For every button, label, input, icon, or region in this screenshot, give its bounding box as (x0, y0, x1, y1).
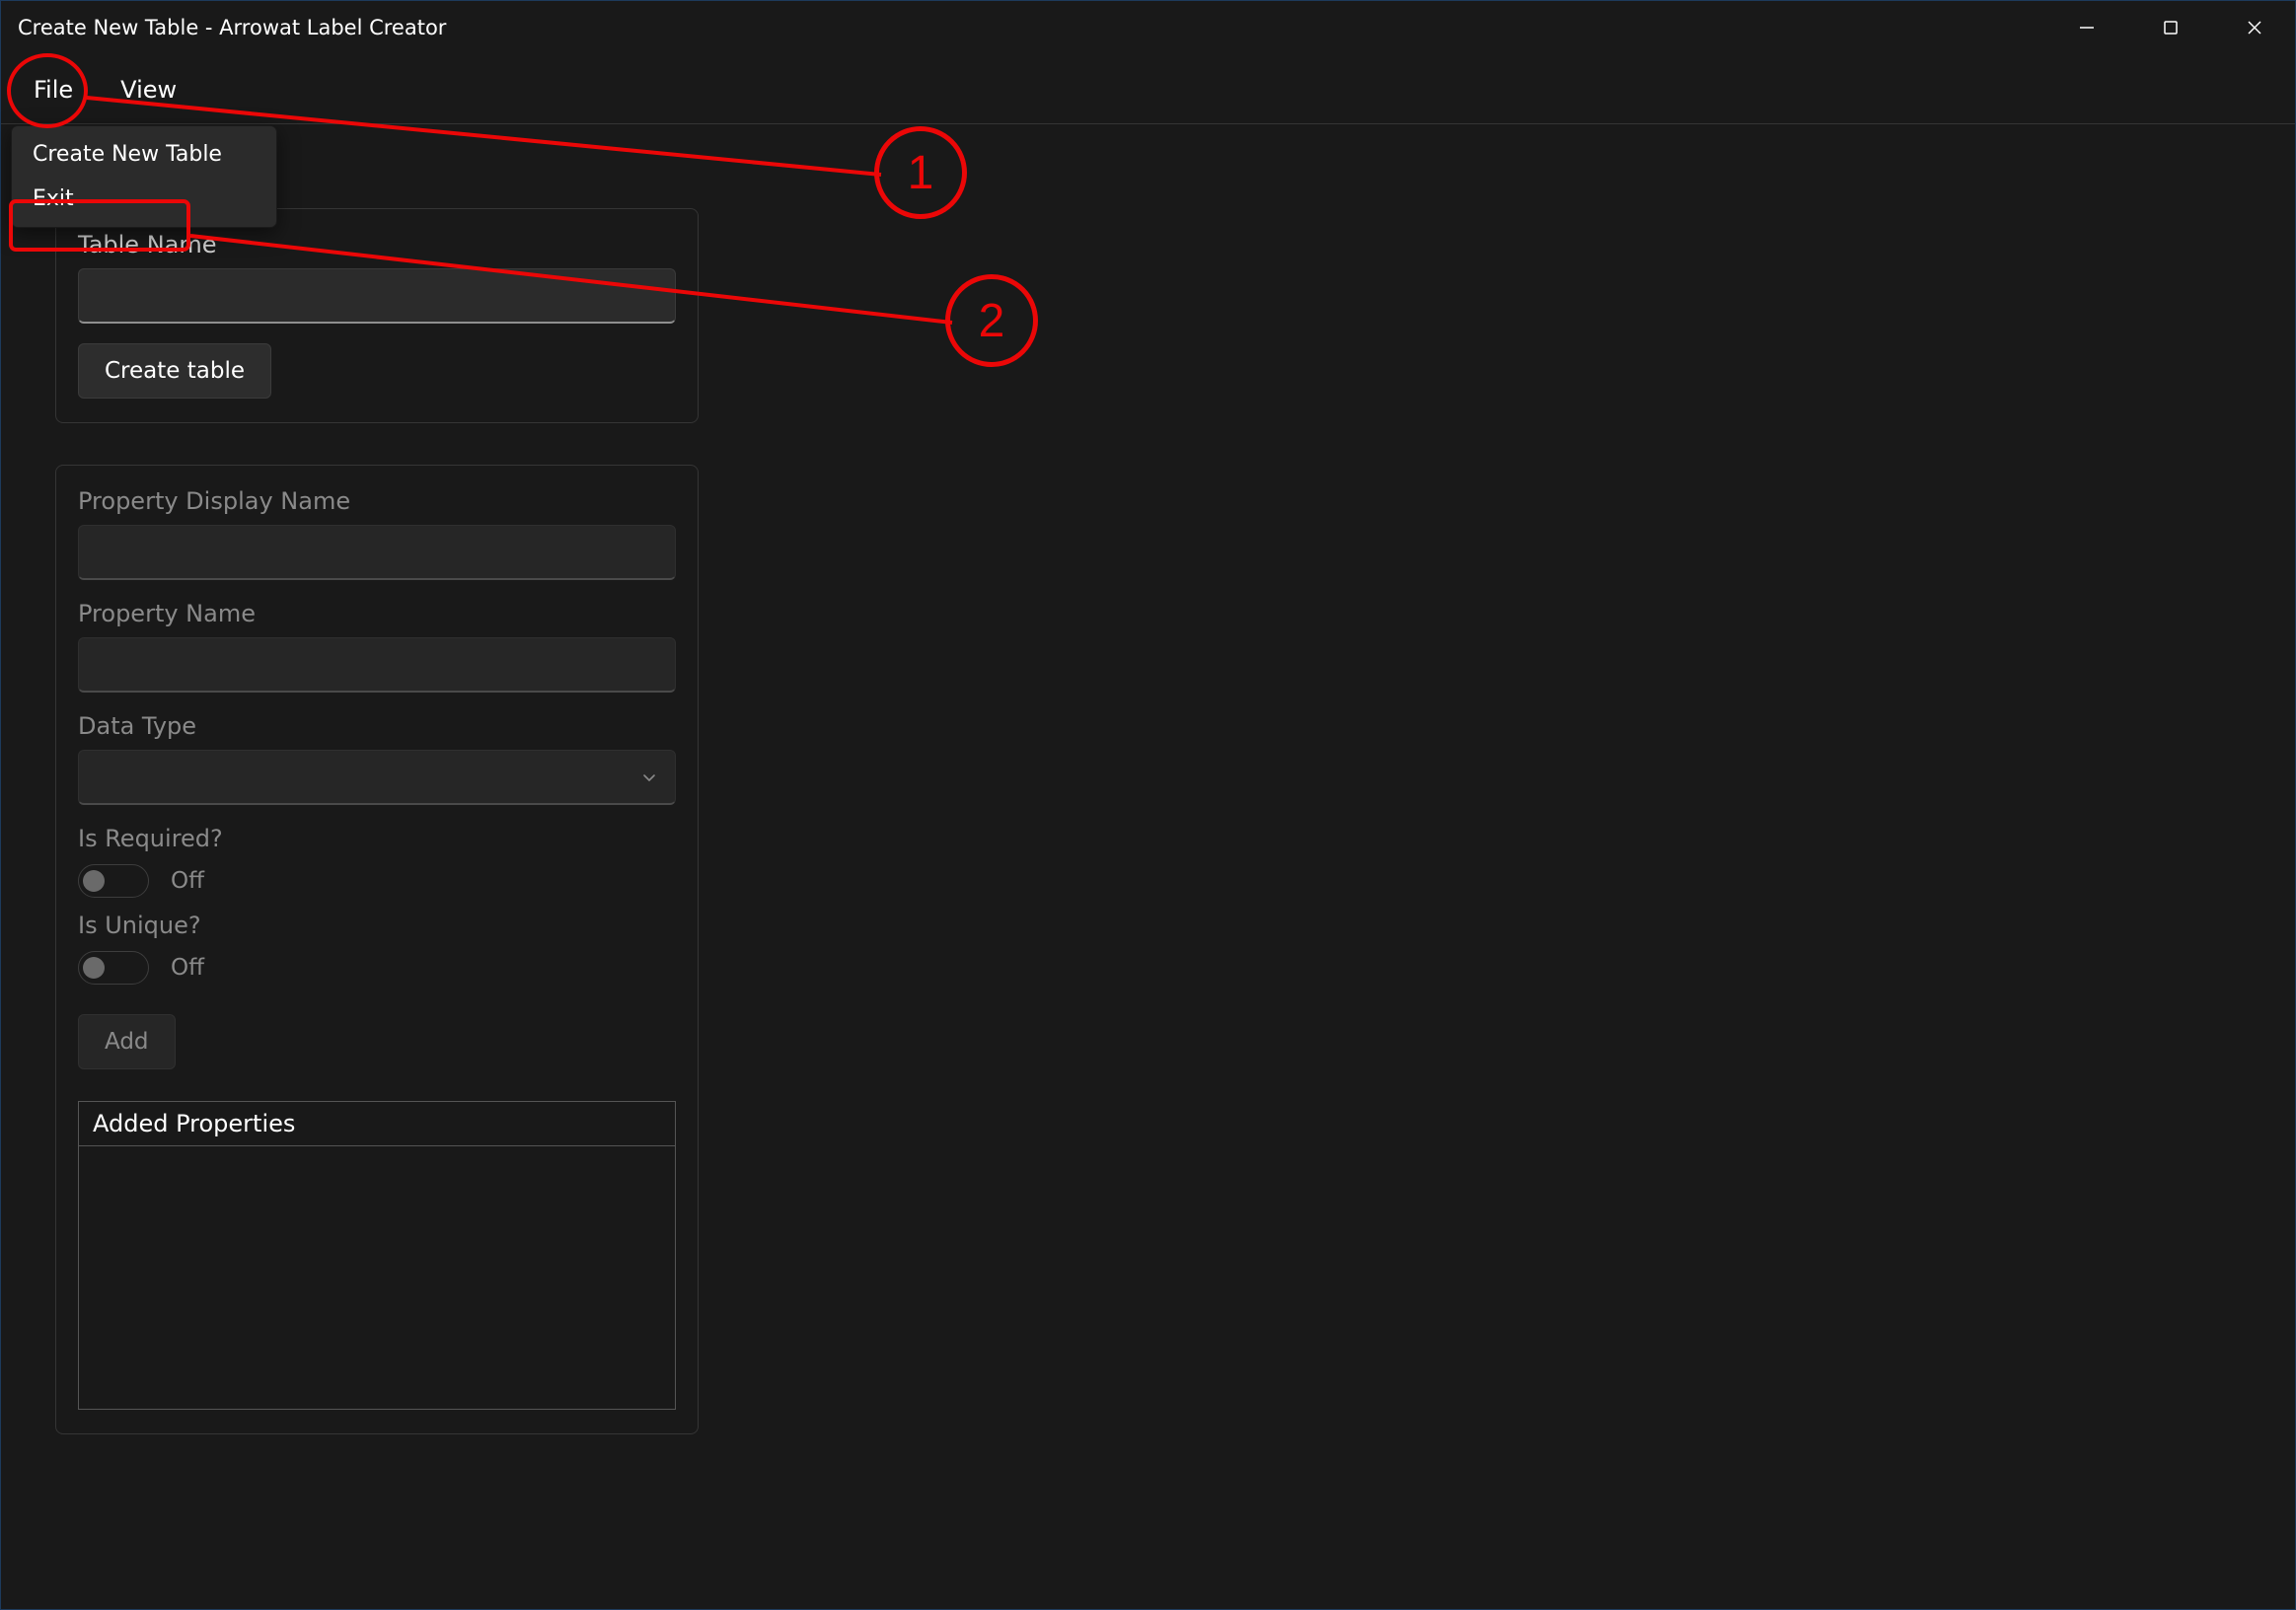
menu-view[interactable]: View (99, 70, 198, 110)
added-properties-box: Added Properties (78, 1101, 676, 1410)
is-required-label: Is Required? (78, 825, 676, 852)
minimize-icon (2078, 19, 2096, 37)
add-property-button[interactable]: Add (78, 1014, 176, 1069)
is-required-state: Off (171, 868, 204, 894)
toggle-thumb (83, 870, 105, 892)
maximize-icon (2162, 19, 2180, 37)
file-dropdown: Create New Table Exit (11, 125, 277, 228)
menubar: File View (0, 55, 2296, 124)
table-name-label: Table Name (78, 231, 676, 258)
property-name-input[interactable] (78, 637, 676, 693)
maximize-button[interactable] (2128, 0, 2212, 55)
property-name-label: Property Name (78, 600, 676, 627)
property-display-name-label: Property Display Name (78, 487, 676, 515)
data-type-select[interactable] (78, 750, 676, 805)
property-panel: Property Display Name Property Name Data… (55, 465, 699, 1434)
is-required-toggle[interactable] (78, 864, 149, 898)
dropdown-exit[interactable]: Exit (15, 177, 273, 221)
chevron-down-icon (639, 768, 659, 787)
added-properties-body (79, 1146, 675, 1409)
toggle-thumb (83, 957, 105, 979)
page-title: New Table (55, 144, 2241, 184)
table-name-input[interactable] (78, 268, 676, 324)
is-unique-toggle[interactable] (78, 951, 149, 985)
close-icon (2246, 19, 2263, 37)
property-display-name-input[interactable] (78, 525, 676, 580)
create-table-button[interactable]: Create table (78, 343, 271, 399)
app-window: Create New Table - Arrowat Label Creator… (0, 0, 2296, 1610)
minimize-button[interactable] (2044, 0, 2128, 55)
close-button[interactable] (2212, 0, 2296, 55)
content-area: New Table Table Name Create table Proper… (0, 124, 2296, 1434)
added-properties-header: Added Properties (79, 1102, 675, 1146)
is-unique-label: Is Unique? (78, 912, 676, 939)
menu-file[interactable]: File (12, 70, 95, 110)
data-type-label: Data Type (78, 712, 676, 740)
dropdown-create-new-table[interactable]: Create New Table (15, 132, 273, 177)
window-controls (2044, 0, 2296, 55)
is-unique-state: Off (171, 955, 204, 981)
window-title: Create New Table - Arrowat Label Creator (18, 16, 446, 39)
table-name-panel: Table Name Create table (55, 208, 699, 423)
titlebar: Create New Table - Arrowat Label Creator (0, 0, 2296, 55)
